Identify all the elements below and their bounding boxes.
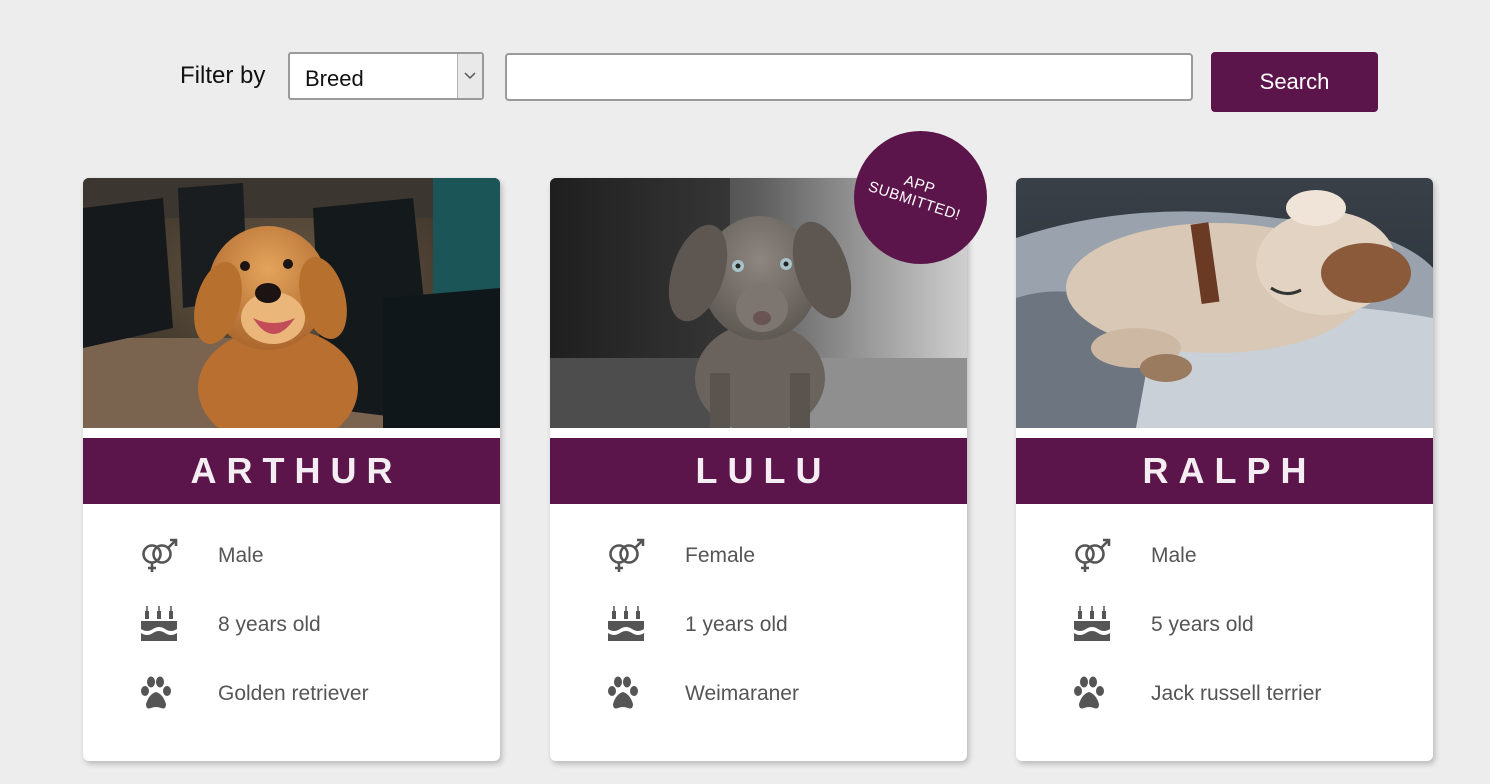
filter-label: Filter by — [180, 62, 266, 89]
pet-card-arthur[interactable]: ARTHUR Male 8 years old Golden retriever — [83, 178, 500, 761]
golden-retriever-photo — [83, 178, 500, 428]
gender-text: Female — [685, 544, 756, 567]
paw-icon — [606, 674, 648, 714]
age-row: 8 years old — [139, 605, 479, 645]
birthday-cake-icon — [1072, 605, 1114, 645]
gender-text: Male — [218, 544, 264, 567]
breed-row: Weimaraner — [606, 674, 946, 714]
paw-icon — [139, 674, 181, 714]
gender-row: Male — [139, 536, 479, 576]
jack-russell-sleeping-photo — [1016, 178, 1433, 428]
gender-icon — [139, 536, 181, 576]
age-text: 8 years old — [218, 613, 321, 636]
gender-text: Male — [1151, 544, 1197, 567]
breed-text: Jack russell terrier — [1151, 682, 1322, 705]
search-button[interactable]: Search — [1211, 52, 1378, 112]
gender-row: Male — [1072, 536, 1412, 576]
age-row: 1 years old — [606, 605, 946, 645]
app-submitted-badge: APP SUBMITTED! — [854, 131, 987, 264]
birthday-cake-icon — [139, 605, 181, 645]
breed-text: Weimaraner — [685, 682, 799, 705]
breed-row: Golden retriever — [139, 674, 479, 714]
paw-icon — [1072, 674, 1114, 714]
pet-name-band: ARTHUR — [83, 438, 500, 504]
filter-select-value: Breed — [305, 66, 364, 91]
pet-name: LULU — [695, 450, 832, 491]
birthday-cake-icon — [606, 605, 648, 645]
pet-name: ARTHUR — [190, 450, 403, 491]
gender-icon — [1072, 536, 1114, 576]
age-text: 5 years old — [1151, 613, 1254, 636]
chevron-down-icon[interactable] — [457, 54, 482, 98]
age-text: 1 years old — [685, 613, 788, 636]
age-row: 5 years old — [1072, 605, 1412, 645]
gender-icon — [606, 536, 648, 576]
badge-text: APP SUBMITTED! — [865, 171, 963, 224]
pet-card-ralph[interactable]: RALPH Male 5 years old Jack russell terr… — [1016, 178, 1433, 761]
breed-row: Jack russell terrier — [1072, 674, 1412, 714]
filter-select[interactable]: Breed — [288, 52, 484, 100]
breed-text: Golden retriever — [218, 682, 369, 705]
pet-name: RALPH — [1142, 450, 1317, 491]
pet-name-band: RALPH — [1016, 438, 1433, 504]
gender-row: Female — [606, 536, 946, 576]
pet-card-lulu[interactable]: APP SUBMITTED! LULU Female 1 years old W… — [550, 131, 987, 761]
pet-name-band: LULU — [550, 438, 967, 504]
search-input[interactable] — [505, 53, 1193, 101]
